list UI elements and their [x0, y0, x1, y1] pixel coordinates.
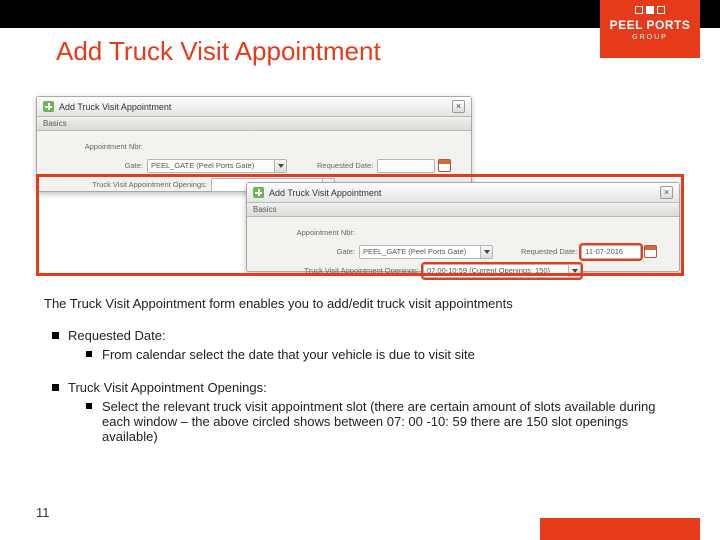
bullet-1: Requested Date:: [52, 328, 668, 343]
add-icon: [43, 101, 54, 112]
bullet-icon: [86, 351, 96, 362]
bullet-list: Requested Date: From calendar select the…: [52, 328, 668, 448]
label-openings-2: Truck Visit Appointment Openings:: [255, 266, 419, 275]
footer-accent-bar: [540, 518, 700, 540]
close-icon[interactable]: ×: [660, 186, 673, 199]
chevron-down-icon: [568, 265, 580, 277]
bullet-1-sub-text: From calendar select the date that your …: [102, 347, 475, 362]
close-icon[interactable]: ×: [452, 100, 465, 113]
slide-title: Add Truck Visit Appointment: [56, 36, 381, 67]
bullet-2-label: Truck Visit Appointment Openings:: [68, 380, 267, 395]
dialog-screenshot-back: Add Truck Visit Appointment × Basics App…: [36, 96, 472, 192]
brand-logo: PEEL PORTS GROUP: [600, 0, 700, 58]
requested-date-value-2: 11-07-2016: [582, 247, 640, 256]
gate-select-2[interactable]: PEEL_GATE (Peel Ports Gate): [359, 245, 493, 259]
label-appointment-nbr-2: Appointment Nbr:: [255, 228, 355, 237]
label-appointment-nbr: Appointment Nbr:: [45, 142, 143, 151]
dialog-title-bar: Add Truck Visit Appointment ×: [37, 97, 471, 117]
label-gate-2: Gate:: [255, 247, 355, 256]
label-openings: Truck Visit Appointment Openings:: [45, 180, 207, 189]
chevron-down-icon: [274, 160, 286, 172]
brand-squares-icon: [600, 6, 700, 14]
bullet-2: Truck Visit Appointment Openings:: [52, 380, 668, 395]
calendar-icon[interactable]: [644, 245, 657, 258]
page-number: 11: [36, 505, 50, 520]
dialog-section-basics: Basics: [37, 117, 471, 131]
gate-value: PEEL_GATE (Peel Ports Gate): [148, 161, 274, 170]
brand-line2: GROUP: [600, 34, 700, 41]
chevron-down-icon: [480, 246, 492, 258]
dialog-title-text: Add Truck Visit Appointment: [59, 102, 171, 112]
label-requested-date-2: Requested Date:: [521, 247, 577, 256]
add-icon: [253, 187, 264, 198]
dialog-title-bar-2: Add Truck Visit Appointment ×: [247, 183, 679, 203]
bullet-1-sub: From calendar select the date that your …: [86, 347, 668, 362]
dialog-title-text-2: Add Truck Visit Appointment: [269, 188, 381, 198]
requested-date-input-2[interactable]: 11-07-2016: [581, 245, 641, 259]
bullet-2-sub: Select the relevant truck visit appointm…: [86, 399, 668, 444]
intro-text: The Truck Visit Appointment form enables…: [44, 296, 513, 311]
bullet-1-label: Requested Date:: [68, 328, 166, 343]
label-gate: Gate:: [45, 161, 143, 170]
dialog-screenshot-front: Add Truck Visit Appointment × Basics App…: [246, 182, 680, 272]
calendar-icon[interactable]: [438, 159, 451, 172]
bullet-icon: [52, 332, 62, 343]
bullet-icon: [52, 384, 62, 395]
label-requested-date: Requested Date:: [317, 161, 373, 170]
bullet-icon: [86, 403, 96, 444]
openings-select-2[interactable]: 07:00-10:59 (Current Openings: 150): [423, 264, 581, 278]
gate-select[interactable]: PEEL_GATE (Peel Ports Gate): [147, 159, 287, 173]
requested-date-input[interactable]: [377, 159, 435, 173]
dialog-section-basics-2: Basics: [247, 203, 679, 217]
gate-value-2: PEEL_GATE (Peel Ports Gate): [360, 247, 480, 256]
bullet-2-sub-text: Select the relevant truck visit appointm…: [102, 399, 668, 444]
brand-line1: PEEL PORTS: [600, 18, 700, 32]
openings-value-2: 07:00-10:59 (Current Openings: 150): [424, 266, 568, 275]
